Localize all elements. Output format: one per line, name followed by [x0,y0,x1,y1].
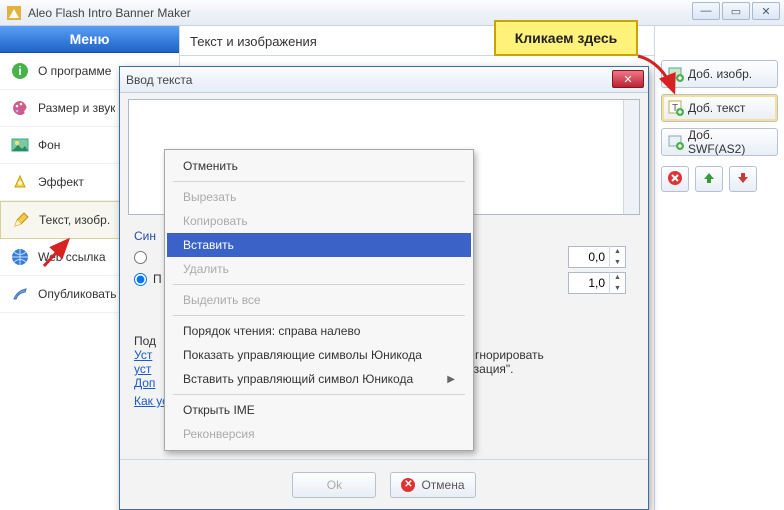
annotation-arrow [38,232,78,275]
info-icon: i [10,61,30,81]
move-up-button[interactable] [695,166,723,192]
background-icon [10,135,30,155]
button-label: Доб. SWF(AS2) [688,128,771,156]
ctx-delete[interactable]: Удалить [167,257,471,281]
effect-icon [10,172,30,192]
hint-link-3[interactable]: Доп [134,376,155,390]
ctx-separator [173,315,465,316]
button-label: Отмена [421,478,464,492]
arrow-down-icon [736,171,750,188]
ctx-label: Порядок чтения: справа налево [183,324,360,338]
palette-icon [10,98,30,118]
ctx-undo[interactable]: Отменить [167,154,471,178]
ctx-label: Открыть IME [183,403,255,417]
ctx-select-all[interactable]: Выделить все [167,288,471,312]
hint-lead: Под [134,334,156,348]
sidebar-item-label: О программе [38,64,111,78]
hint-link-2[interactable]: уст [134,362,151,376]
ctx-label: Выделить все [183,293,261,307]
ctx-insert-unicode-control[interactable]: Вставить управляющий символ Юникода ▶ [167,367,471,391]
callout-tooltip: Кликаем здесь [494,20,638,56]
sidebar-item-label: Эффект [38,175,84,189]
ctx-copy[interactable]: Копировать [167,209,471,233]
ctx-label: Вставить управляющий символ Юникода [183,372,413,386]
ctx-paste[interactable]: Вставить [167,233,471,257]
dialog-title: Ввод текста [126,73,192,87]
cancel-icon: ✕ [401,478,415,492]
app-icon [6,5,22,21]
ctx-show-unicode-controls[interactable]: Показать управляющие символы Юникода [167,343,471,367]
ctx-separator [173,284,465,285]
ctx-open-ime[interactable]: Открыть IME [167,398,471,422]
stepper-down-icon[interactable]: ▼ [610,283,625,294]
ctx-rtl-order[interactable]: Порядок чтения: справа налево [167,319,471,343]
delete-button[interactable] [661,166,689,192]
stepper-b[interactable]: ▲▼ [568,272,626,294]
cancel-button[interactable]: ✕ Отмена [390,472,475,498]
annotation-arrow [632,52,684,107]
stepper-b-input[interactable] [569,276,609,290]
pencil-icon [11,210,31,230]
button-label: Доб. текст [688,101,745,115]
sidebar-item-label: Опубликовать [38,287,116,301]
scrollbar[interactable] [623,100,639,214]
ctx-separator [173,394,465,395]
sidebar-item-label: Размер и звук [38,101,115,115]
dialog-footer: Ok ✕ Отмена [120,459,648,509]
add-swf-button[interactable]: Доб. SWF(AS2) [661,128,778,156]
arrow-up-icon [702,171,716,188]
hint-link-1[interactable]: Уст [134,348,152,362]
ctx-label: Копировать [183,214,248,228]
ctx-label: Удалить [183,262,229,276]
window-maximize-button[interactable]: ▭ [722,2,750,20]
sidebar-item-label: Фон [38,138,60,152]
delete-icon [667,170,683,189]
move-down-button[interactable] [729,166,757,192]
stepper-a[interactable]: ▲▼ [568,246,626,268]
sidebar-header: Меню [0,26,179,53]
svg-text:i: i [18,64,21,78]
callout-text: Кликаем здесь [515,30,618,46]
window-minimize-button[interactable]: — [692,2,720,20]
ok-button[interactable]: Ok [292,472,376,498]
context-menu: Отменить Вырезать Копировать Вставить Уд… [164,149,474,451]
globe-icon [10,247,30,267]
ctx-label: Отменить [183,159,238,173]
ctx-cut[interactable]: Вырезать [167,185,471,209]
dialog-titlebar: Ввод текста ✕ [120,67,648,93]
sidebar-item-label: Текст, изобр. [39,213,110,227]
stepper-up-icon[interactable]: ▲ [610,272,625,283]
stepper-a-input[interactable] [569,250,609,264]
stepper-down-icon[interactable]: ▼ [610,257,625,268]
app-title: Aleo Flash Intro Banner Maker [28,6,191,20]
ctx-separator [173,181,465,182]
button-label: Доб. изобр. [688,67,752,81]
app-titlebar: Aleo Flash Intro Banner Maker — ▭ ✕ [0,0,784,26]
button-label: Ok [327,478,342,492]
ctx-label: Вырезать [183,190,236,204]
publish-icon [10,284,30,304]
window-close-button[interactable]: ✕ [752,2,780,20]
swf-plus-icon [668,134,684,150]
stepper-up-icon[interactable]: ▲ [610,246,625,257]
ctx-label: Реконверсия [183,427,255,441]
chevron-right-icon: ▶ [447,374,455,385]
sync-label: Син [134,229,156,243]
ctx-label: Показать управляющие символы Юникода [183,348,422,362]
ctx-reconversion[interactable]: Реконверсия [167,422,471,446]
ctx-label: Вставить [183,238,234,252]
